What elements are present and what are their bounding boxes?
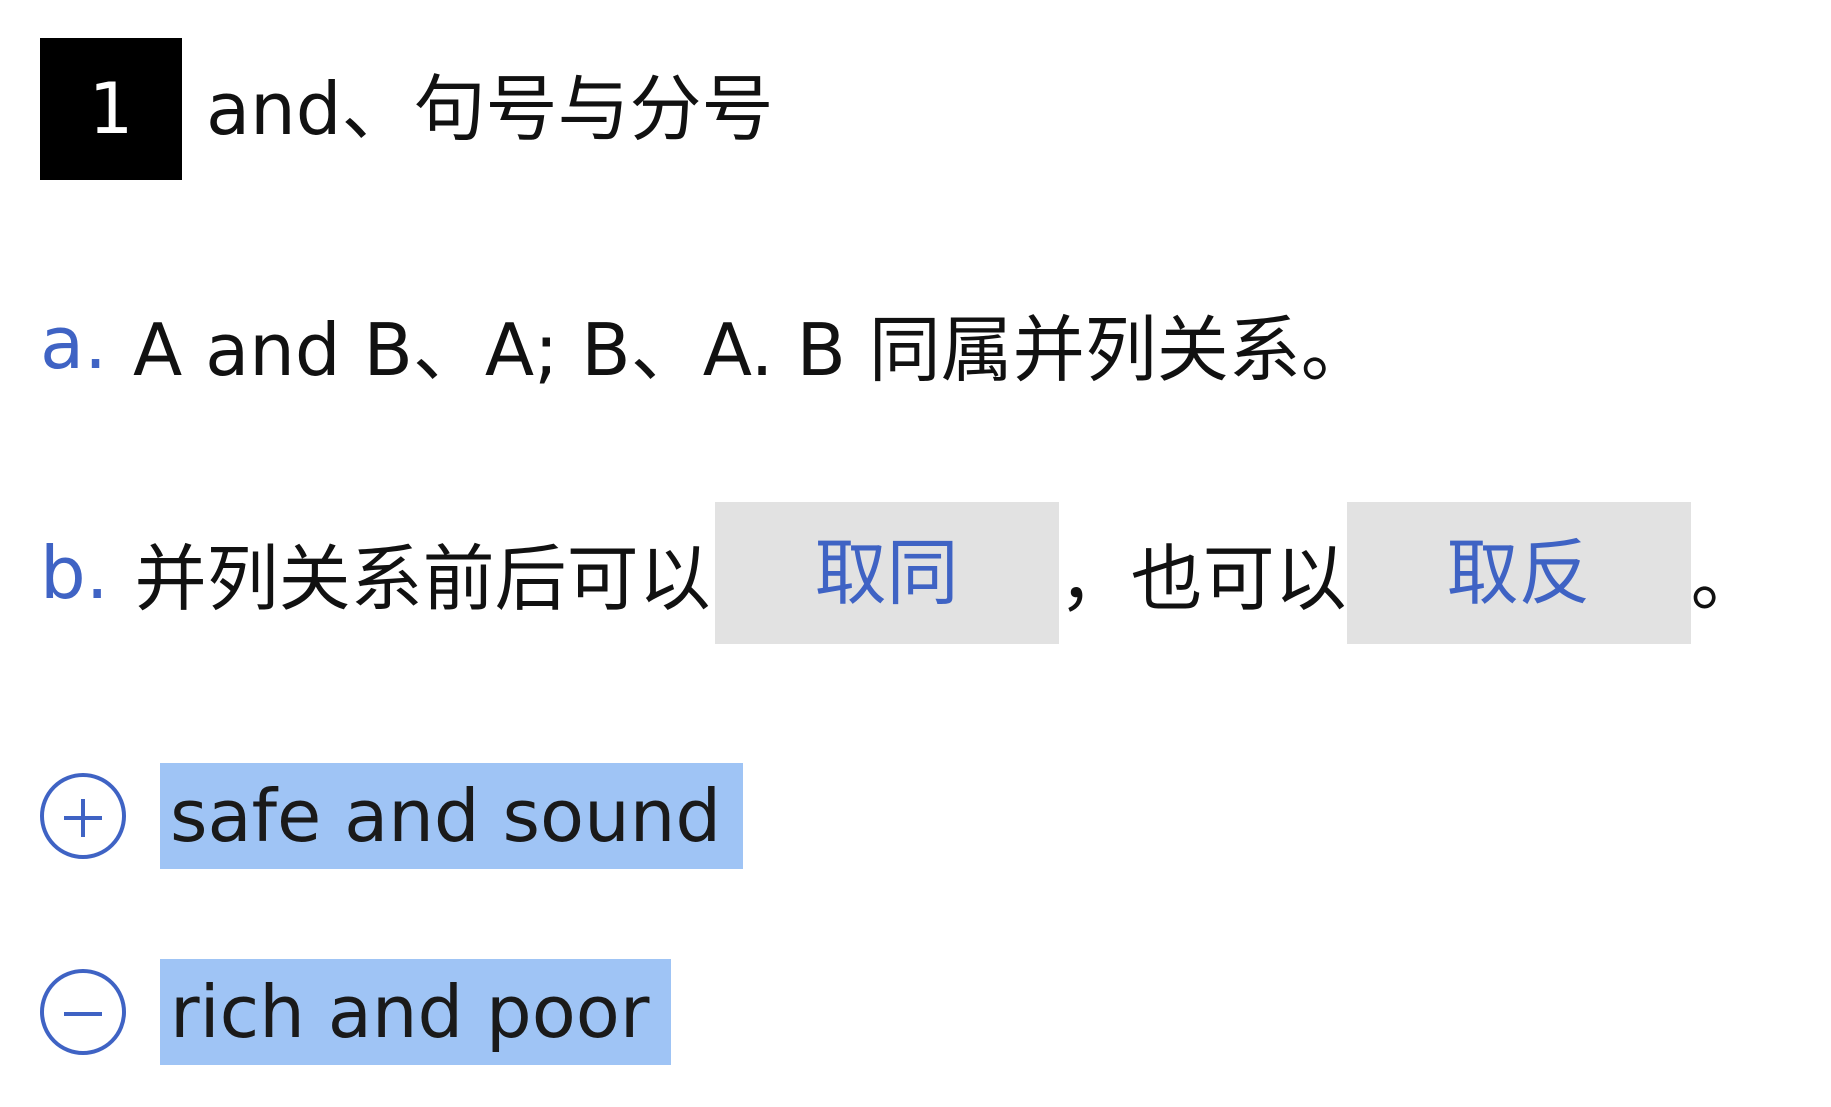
slide: 1 and、句号与分号 a. A and B、A; B、A. B 同属并列关系。…: [0, 0, 1831, 1107]
minus-circle-icon: [40, 969, 126, 1055]
example-phrase: rich and poor: [160, 959, 672, 1065]
section-number-badge: 1: [40, 38, 182, 180]
point-a: a. A and B、A; B、A. B 同属并列关系。: [40, 298, 1373, 392]
plus-circle-icon: [40, 773, 126, 859]
example-same: safe and sound: [40, 762, 744, 870]
example-opposite: rich and poor: [40, 958, 672, 1066]
point-b: b. 并列关系前后可以 取同 ，也可以 取反 。: [40, 500, 1763, 645]
point-a-text: A and B、A; B、A. B 同属并列关系。: [133, 307, 1373, 392]
answer-blank-same: 取同: [714, 501, 1059, 644]
section-title: and、句号与分号: [206, 67, 774, 151]
point-b-prefix: 并列关系前后可以: [134, 537, 711, 621]
point-b-marker: b.: [40, 530, 109, 615]
example-phrase: safe and sound: [160, 763, 744, 869]
point-b-middle: ，也可以: [1058, 537, 1347, 621]
point-a-marker: a.: [40, 301, 108, 385]
answer-blank-opposite: 取反: [1346, 501, 1691, 644]
point-b-end: 。: [1690, 537, 1763, 621]
